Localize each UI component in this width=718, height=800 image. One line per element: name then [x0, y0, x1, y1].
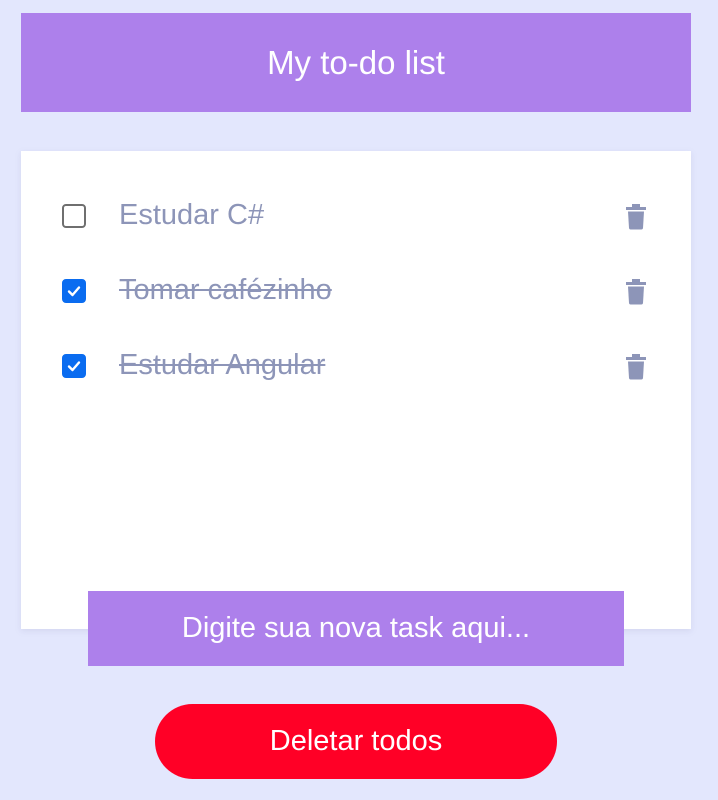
- task-checkbox[interactable]: [62, 204, 86, 228]
- task-item: Estudar C#: [21, 191, 691, 241]
- trash-icon[interactable]: [625, 277, 647, 305]
- task-label: Estudar C#: [119, 199, 265, 231]
- new-task-input[interactable]: [88, 591, 624, 666]
- check-icon: [67, 286, 81, 297]
- delete-all-button[interactable]: Deletar todos: [155, 704, 557, 779]
- task-item: Estudar Angular: [21, 341, 691, 391]
- task-label: Estudar Angular: [119, 349, 326, 381]
- page-title: My to-do list: [267, 43, 445, 81]
- trash-icon[interactable]: [625, 202, 647, 230]
- task-item: Tomar cafézinho: [21, 266, 691, 316]
- task-checkbox[interactable]: [62, 354, 86, 378]
- trash-icon[interactable]: [625, 352, 647, 380]
- task-label: Tomar cafézinho: [119, 274, 332, 306]
- page-header: My to-do list: [21, 13, 691, 112]
- check-icon: [67, 361, 81, 372]
- task-list-card: Estudar C# Tomar cafézinho Estudar Angul…: [21, 151, 691, 629]
- task-checkbox[interactable]: [62, 279, 86, 303]
